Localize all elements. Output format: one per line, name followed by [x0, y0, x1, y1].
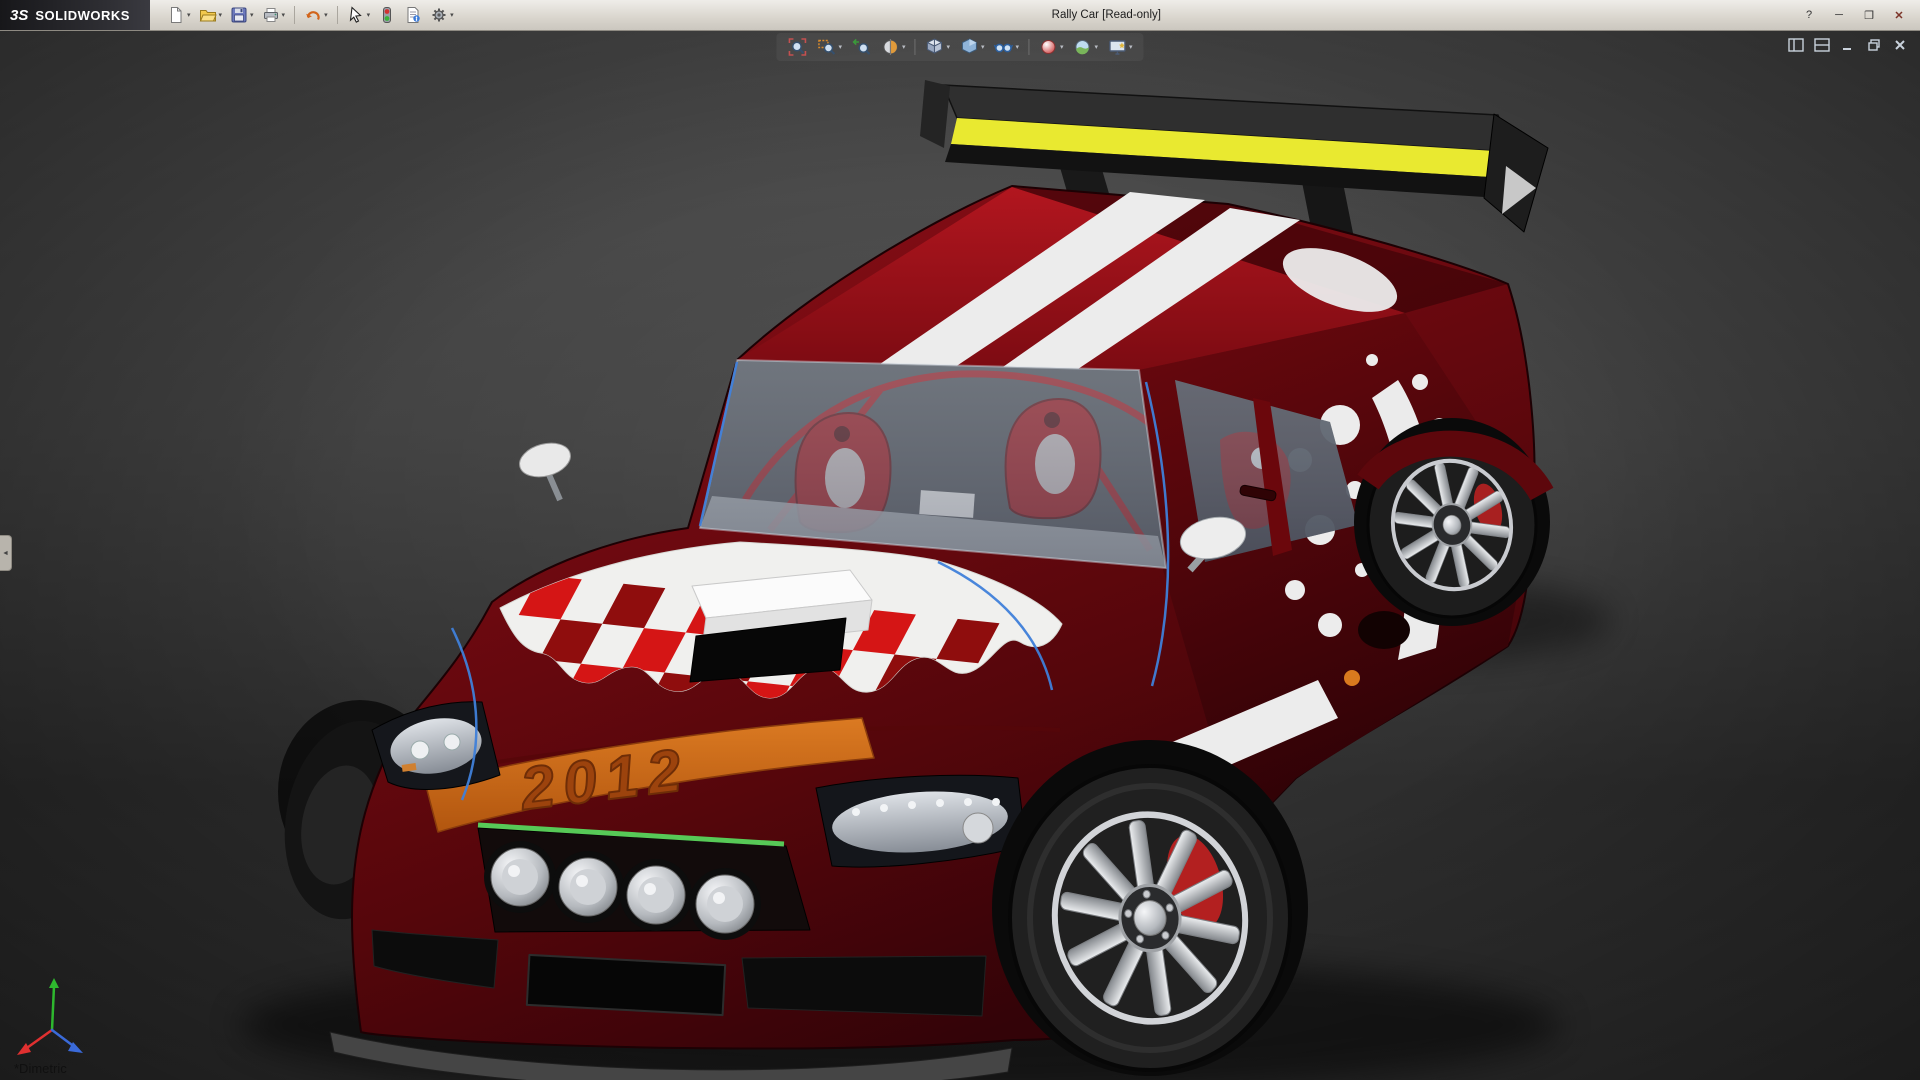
minimize-button[interactable]: ─ [1826, 4, 1852, 26]
pane-left-icon [1788, 38, 1804, 52]
rebuild-button[interactable] [375, 3, 399, 27]
rally-car-model[interactable]: 2012 [270, 80, 1550, 1080]
view-orientation-label: *Dimetric [14, 1061, 67, 1076]
rear-right-wheel[interactable] [1354, 418, 1550, 626]
pane-split-button[interactable] [1812, 36, 1832, 53]
feature-panel-flyout-tab[interactable]: ◄ [0, 535, 12, 571]
orange-dot-decal[interactable] [1344, 670, 1360, 686]
dropdown-caret[interactable]: ▾ [1095, 44, 1099, 51]
dropdown-caret[interactable]: ▾ [1129, 44, 1133, 51]
toolbar-separator [914, 39, 915, 55]
view-orientation-icon [924, 37, 944, 57]
print-icon [262, 6, 280, 24]
dropdown-caret[interactable]: ▾ [946, 44, 950, 51]
dropdown-caret[interactable]: ▾ [450, 12, 454, 19]
graphics-area[interactable]: 2012 [0, 30, 1920, 1080]
rear-brake-duct[interactable] [1358, 611, 1410, 649]
doc-close-icon [1893, 38, 1907, 52]
doc-restore-button[interactable] [1864, 36, 1884, 53]
options-icon [430, 6, 448, 24]
edit-appearance-button[interactable]: ▾ [1035, 35, 1067, 59]
zoom-area-icon [816, 37, 836, 57]
apply-scene-button[interactable]: ▾ [1070, 35, 1102, 59]
doc-minimize-icon [1841, 38, 1855, 52]
maximize-button[interactable]: ❐ [1856, 4, 1882, 26]
dropdown-caret[interactable]: ▾ [1016, 44, 1020, 51]
file-properties-button[interactable] [401, 3, 425, 27]
display-style-icon [959, 37, 979, 57]
help-button[interactable]: ? [1796, 4, 1822, 26]
new-document-button[interactable]: ▾ [164, 3, 194, 27]
pane-split-icon [1814, 38, 1830, 52]
toolbar-separator [1028, 39, 1029, 55]
open-icon [199, 6, 217, 24]
hide-show-icon [994, 37, 1014, 57]
close-button[interactable]: ✕ [1886, 4, 1912, 26]
brand-text: SOLIDWORKS [35, 8, 130, 23]
doc-close-button[interactable] [1890, 36, 1910, 53]
rebuild-icon [378, 6, 396, 24]
brand-mark: 3S [10, 7, 28, 24]
graphics-viewport: 2012 [0, 30, 1920, 1080]
save-button[interactable]: ▾ [227, 3, 257, 27]
toolbar-separator [294, 6, 295, 24]
document-title: Rally Car [Read-only] [457, 9, 1796, 21]
app-title-bar: 3S SOLIDWORKS ▾ ▾ ▾ ▾ ▾ ▾ [0, 0, 1920, 31]
window-controls: ? ─ ❐ ✕ [1796, 4, 1920, 26]
headlight-right[interactable] [816, 775, 1026, 867]
dropdown-caret[interactable]: ▾ [367, 12, 371, 19]
heads-up-view-toolbar: ▾ ▾ ▾ ▾ ▾ ▾ ▾ ▾ [776, 33, 1143, 61]
dropdown-caret[interactable]: ▾ [324, 12, 328, 19]
select-button[interactable]: ▾ [344, 3, 374, 27]
doc-restore-icon [1867, 38, 1881, 52]
hide-show-items-button[interactable]: ▾ [991, 35, 1023, 59]
dropdown-caret[interactable]: ▾ [981, 44, 985, 51]
zoom-fit-button[interactable] [784, 35, 810, 59]
previous-view-icon [851, 37, 871, 57]
dropdown-caret[interactable]: ▾ [187, 12, 191, 19]
zoom-fit-icon [787, 37, 807, 57]
view-settings-button[interactable]: ▾ [1104, 35, 1136, 59]
display-style-button[interactable]: ▾ [956, 35, 988, 59]
mirror-left[interactable] [516, 438, 575, 500]
front-grille[interactable] [478, 825, 810, 940]
options-button[interactable]: ▾ [427, 3, 457, 27]
bumper-intake-right[interactable] [742, 956, 986, 1016]
zoom-area-button[interactable]: ▾ [813, 35, 845, 59]
view-settings-icon [1107, 37, 1127, 57]
front-right-wheel[interactable] [992, 740, 1308, 1076]
main-toolbar: ▾ ▾ ▾ ▾ ▾ ▾ ▾ [150, 3, 457, 27]
dropdown-caret[interactable]: ▾ [1060, 44, 1064, 51]
dropdown-caret[interactable]: ▾ [282, 12, 286, 19]
solidworks-logo: 3S SOLIDWORKS [0, 0, 150, 30]
dropdown-caret[interactable]: ▾ [250, 12, 254, 19]
open-button[interactable]: ▾ [196, 3, 226, 27]
document-window-controls [1786, 36, 1910, 53]
dropdown-caret[interactable]: ▾ [838, 44, 842, 51]
print-button[interactable]: ▾ [259, 3, 289, 27]
orientation-triad [17, 978, 83, 1055]
pane-left-button[interactable] [1786, 36, 1806, 53]
license-plate[interactable] [527, 955, 725, 1015]
save-icon [230, 6, 248, 24]
section-view-button[interactable]: ▾ [877, 35, 909, 59]
dropdown-caret[interactable]: ▾ [219, 12, 223, 19]
previous-view-button[interactable] [848, 35, 874, 59]
new-document-icon [167, 6, 185, 24]
view-orientation-button[interactable]: ▾ [921, 35, 953, 59]
dropdown-caret[interactable]: ▾ [902, 44, 906, 51]
edit-appearance-icon [1038, 37, 1058, 57]
doc-minimize-button[interactable] [1838, 36, 1858, 53]
select-icon [347, 6, 365, 24]
apply-scene-icon [1073, 37, 1093, 57]
toolbar-separator [337, 6, 338, 24]
file-properties-icon [404, 6, 422, 24]
undo-icon [304, 6, 322, 24]
section-view-icon [880, 37, 900, 57]
undo-button[interactable]: ▾ [301, 3, 331, 27]
